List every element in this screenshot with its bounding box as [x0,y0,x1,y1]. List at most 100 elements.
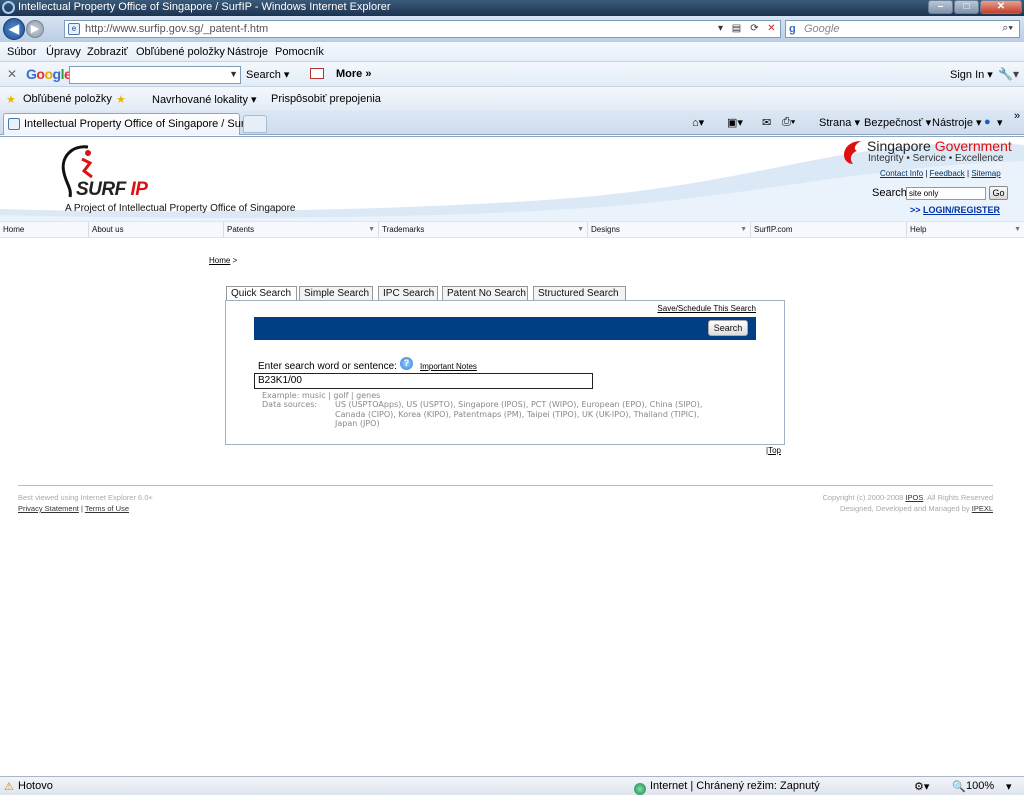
google-toolbar: ✕ Google ▼ Search ▾ More » Sign In ▾ 🔧▾ [0,62,1024,87]
sign-in-button[interactable]: Sign In ▾ [950,68,993,81]
new-tab-button[interactable] [243,115,267,133]
search-button[interactable]: Search [708,320,748,336]
footer-right: Copyright (c) 2000-2008 IPOS. All Rights… [822,493,993,513]
dropdown-arrow-icon[interactable]: ▾ [713,22,728,36]
nav-help[interactable]: Help ▼ [907,222,1024,238]
zoom-icon[interactable]: 🔍 [952,780,966,793]
privacy-link[interactable]: Privacy Statement [18,504,79,513]
government-tagline: Integrity • Service • Excellence [868,153,1004,164]
tab-active[interactable]: Intellectual Property Office of Singapor… [3,113,258,135]
example-text: Example: music | golf | genes [262,391,381,400]
tab-label[interactable]: Intellectual Property Office of Singapor… [24,118,258,130]
close-window-button[interactable]: ✕ [980,0,1022,14]
back-button[interactable]: ◀ [3,18,25,40]
save-schedule-link[interactable]: Save/Schedule This Search [657,304,756,313]
main-nav: Home About us Patents ▼ Trademarks ▼ Desig… [0,221,1024,238]
nav-home[interactable]: Home [0,222,89,238]
nav-patents[interactable]: Patents ▼ [224,222,379,238]
forward-button[interactable]: ▶ [26,20,44,38]
window-title: Intellectual Property Office of Singapor… [18,1,391,13]
menu-help[interactable]: Pomocník [275,46,324,58]
singapore-lion-icon [844,141,861,164]
menu-file[interactable]: Súbor [7,46,36,58]
search-query-input[interactable]: B23K1/00 [254,373,593,389]
back-to-top: |Top [766,446,781,455]
favorites-star-icon[interactable]: ★ [6,93,16,106]
help-icon[interactable]: ● [984,116,991,128]
suggested-sites-button[interactable]: Navrhované lokality ▾ [152,93,257,106]
minimize-button[interactable]: – [928,0,953,14]
google-logo: Google [26,66,72,82]
web-page: SURF IP A Project of Intellectual Proper… [0,136,1024,776]
search-header-bar: Search [254,317,756,340]
address-url[interactable]: http://www.surfip.gov.sg/_patent-f.htm [85,23,268,35]
add-favorites-icon[interactable]: ★ [116,93,126,106]
search-icon[interactable]: ⌕▾ [1002,22,1013,35]
google-search-button[interactable]: Search ▾ [246,68,289,81]
favorites-button[interactable]: Obľúbené položky [23,93,112,105]
site-banner: SURF IP A Project of Intellectual Proper… [0,137,1024,221]
address-field[interactable]: e http://www.surfip.gov.sg/_patent-f.htm… [64,20,781,38]
maximize-button[interactable]: □ [954,0,979,14]
top-link[interactable]: Top [768,446,781,455]
important-notes-link[interactable]: Important Notes [420,362,477,371]
menu-tools[interactable]: Nástroje [227,46,268,58]
site-search-input[interactable]: site only [906,187,986,200]
refresh-icon[interactable]: ⟳ [747,22,762,36]
menu-edit[interactable]: Úpravy [46,46,81,58]
terms-link[interactable]: Terms of Use [85,504,129,513]
menu-favorites[interactable]: Obľúbené položky [136,46,225,58]
quick-search-panel: Save/Schedule This Search Search Enter s… [225,300,785,445]
tab-ipc-search[interactable]: IPC Search [378,286,438,301]
contact-info-link[interactable]: Contact Info [880,169,923,178]
help-icon[interactable]: ? [400,357,413,370]
wrench-icon[interactable]: 🔧▾ [998,67,1019,81]
nav-trademarks[interactable]: Trademarks ▼ [379,222,588,238]
window-titlebar: Intellectual Property Office of Singapor… [0,0,1024,16]
warning-icon[interactable]: ⚠ [4,780,14,793]
nav-designs[interactable]: Designs ▼ [588,222,751,238]
more-button[interactable]: More » [336,68,371,80]
tab-simple-search[interactable]: Simple Search [299,286,373,301]
go-button[interactable]: Go [989,186,1008,200]
breadcrumb: Home > [209,256,238,265]
menu-view[interactable]: Zobraziť [87,46,128,58]
browser-search-box[interactable]: g Google ⌕▾ [785,20,1020,38]
stop-icon[interactable]: ✕ [764,22,779,36]
ipos-link[interactable]: IPOS [905,493,923,502]
safety-menu[interactable]: Bezpečnosť ▾ [864,116,931,129]
sitemap-link[interactable]: Sitemap [971,169,1000,178]
chevron-down-icon: ▼ [368,226,375,233]
tools-menu[interactable]: Nástroje ▾ [932,116,982,129]
zoom-level[interactable]: 100% [966,780,994,792]
feeds-icon[interactable]: ▣▾ [727,116,743,129]
tab-structured-search[interactable]: Structured Search [533,286,626,301]
nav-about-us[interactable]: About us [89,222,224,238]
gmail-icon[interactable] [310,68,324,79]
page-menu[interactable]: Strana ▾ [819,116,860,129]
protected-mode-icon[interactable]: ⚙▾ [914,780,929,793]
tab-patent-no-search[interactable]: Patent No Search [442,286,528,301]
zoom-dropdown-icon[interactable]: ▾ [1006,780,1012,793]
help-menu-arrow[interactable]: ▾ [997,116,1003,129]
print-icon[interactable]: ⎙▾ [782,116,795,129]
favorites-bar: ★ Obľúbené položky ★ Navrhované lokality… [0,87,1024,111]
chevron-more-icon[interactable]: » [1014,110,1020,122]
customize-links-button[interactable]: Prispôsobiť prepojenia [271,93,381,105]
google-search-input[interactable]: ▼ [69,66,241,84]
chevron-down-icon[interactable]: ▼ [229,69,238,79]
search-prompt-label: Enter search word or sentence: [258,361,397,372]
mail-icon[interactable]: ✉ [762,116,771,129]
compatibility-icon[interactable]: ▤ [729,22,744,36]
login-register-link[interactable]: >> LOGIN/REGISTER [910,205,1000,215]
tab-quick-search[interactable]: Quick Search [226,286,297,301]
breadcrumb-home[interactable]: Home [209,256,230,265]
menu-bar: Súbor Úpravy Zobraziť Obľúbené položky N… [0,42,1024,62]
home-icon[interactable]: ⌂▾ [692,116,704,129]
close-toolbar-icon[interactable]: ✕ [7,67,17,81]
data-sources-list: US (USPTOApps), US (USPTO), Singapore (I… [335,400,703,428]
security-zone-text[interactable]: Internet | Chránený režim: Zapnutý [650,780,820,792]
nav-surfip-com[interactable]: SurfIP.com [751,222,907,238]
ipexl-link[interactable]: IPEXL [972,504,993,513]
feedback-link[interactable]: Feedback [930,169,965,178]
